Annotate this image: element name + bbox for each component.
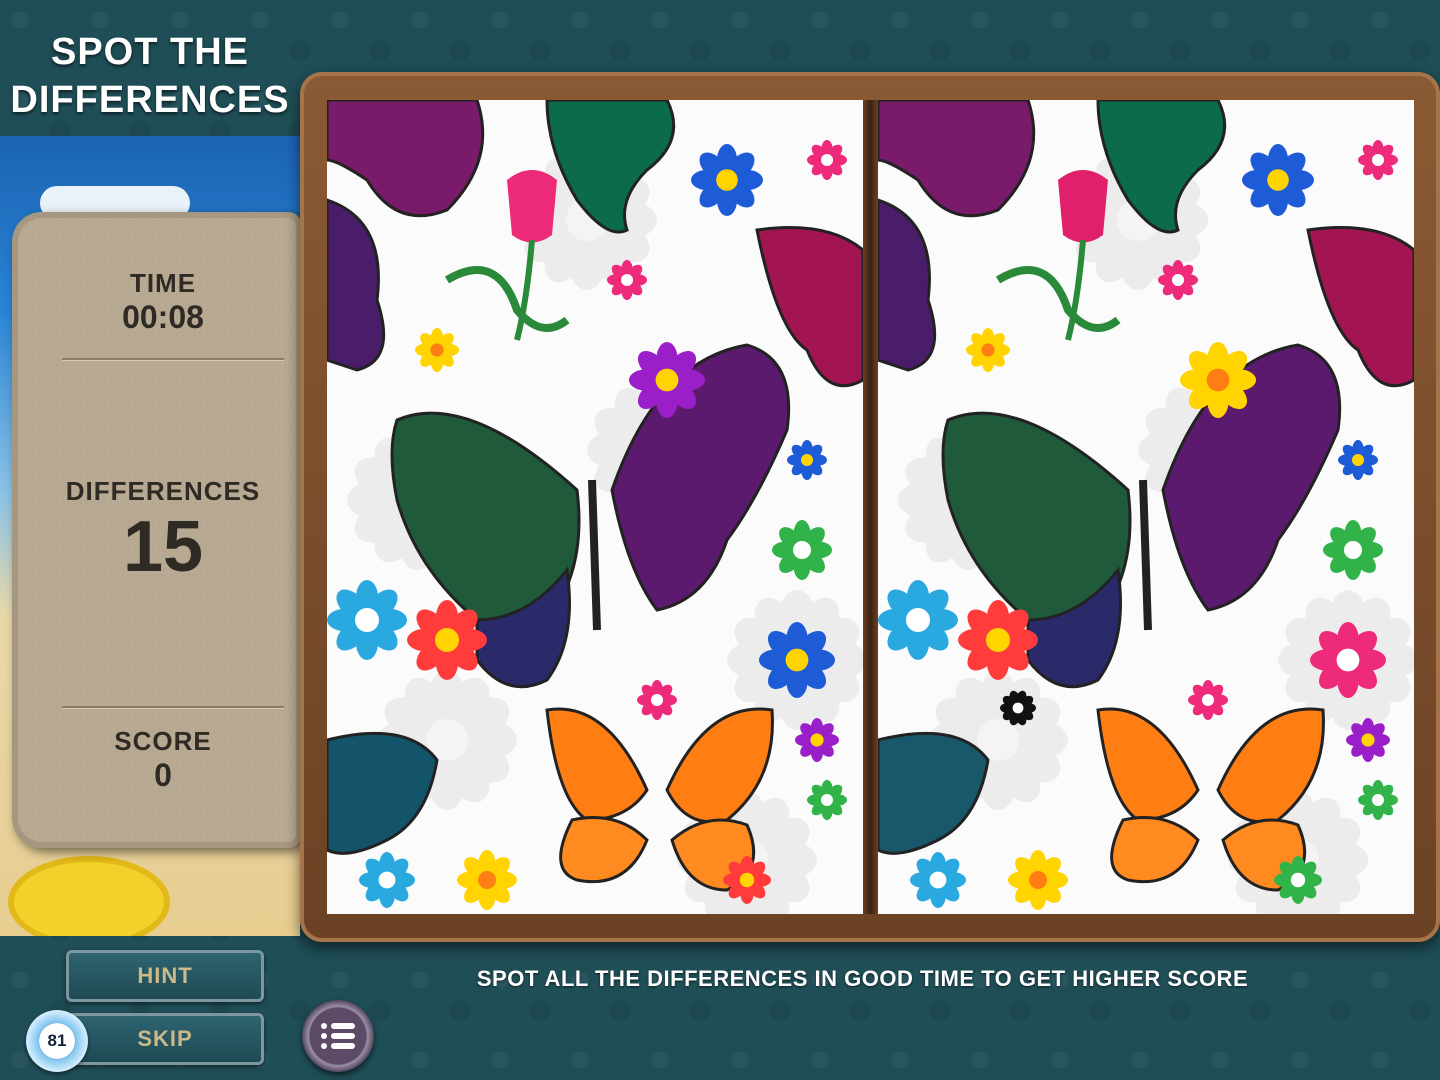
flower-decoration [1338,440,1378,480]
differences-label: DIFFERENCES [65,476,261,506]
butterfly-artwork [327,100,863,914]
flower-decoration [637,680,677,720]
flower-decoration [629,342,705,418]
flower-decoration [1358,780,1398,820]
flower-decoration [457,850,517,910]
list-menu-icon [321,1023,355,1049]
flower-decoration [1188,680,1228,720]
tulip [1058,170,1108,243]
flower-decoration [1323,520,1383,580]
flower-decoration [691,144,763,216]
butterfly-artwork [878,100,1414,914]
flower-decoration [327,580,407,660]
skip-button[interactable]: SKIP [66,1013,264,1065]
flower-decoration [958,600,1038,680]
differences-stat: DIFFERENCES 15 [48,476,278,587]
divider [62,358,284,360]
flower-decoration [607,260,647,300]
title-line-2: DIFFERENCES [10,79,290,121]
flower-decoration [966,327,1010,373]
flower-decoration [787,440,827,480]
flower-decoration [807,780,847,820]
flower-decoration [1274,855,1322,905]
flower-decoration [1242,144,1314,216]
flower-decoration [795,718,839,762]
flower-decoration [1346,718,1390,762]
flower-decoration [910,851,966,909]
flower-decoration [1008,850,1068,910]
skip-count: 81 [39,1023,75,1059]
game-title: SPOT THE DIFFERENCES [0,28,300,124]
right-picture[interactable] [878,100,1414,914]
flower-decoration [772,520,832,580]
flower-decoration [1310,621,1386,699]
flower-decoration [723,855,771,905]
flower-decoration [1358,140,1398,180]
hint-button[interactable]: HINT [66,950,264,1002]
flower-decoration [1180,342,1256,418]
flower-decoration [1158,260,1198,300]
score-label: SCORE [114,726,212,756]
menu-button[interactable] [302,1000,374,1072]
flower-decoration [807,140,847,180]
skip-count-badge: 81 [26,1010,88,1072]
title-line-1: SPOT THE [50,31,250,73]
divider [62,706,284,708]
flower-decoration [359,851,415,909]
frame-divider [863,100,878,914]
flower-decoration [759,621,835,699]
instruction-text: SPOT ALL THE DIFFERENCES IN GOOD TIME TO… [476,966,1249,991]
time-label: TIME [129,268,197,298]
differences-value: 15 [122,507,204,587]
flower-decoration [407,600,487,680]
tulip [507,170,557,243]
swim-ring [8,856,170,936]
score-value: 0 [154,757,172,793]
flower-decoration [415,327,459,373]
time-stat: TIME 00:08 [48,268,278,335]
left-picture[interactable] [327,100,863,914]
stats-panel: TIME 00:08 DIFFERENCES 15 SCORE 0 [12,212,302,848]
time-value: 00:08 [122,299,204,335]
flower-decoration [878,580,958,660]
score-stat: SCORE 0 [48,726,278,793]
